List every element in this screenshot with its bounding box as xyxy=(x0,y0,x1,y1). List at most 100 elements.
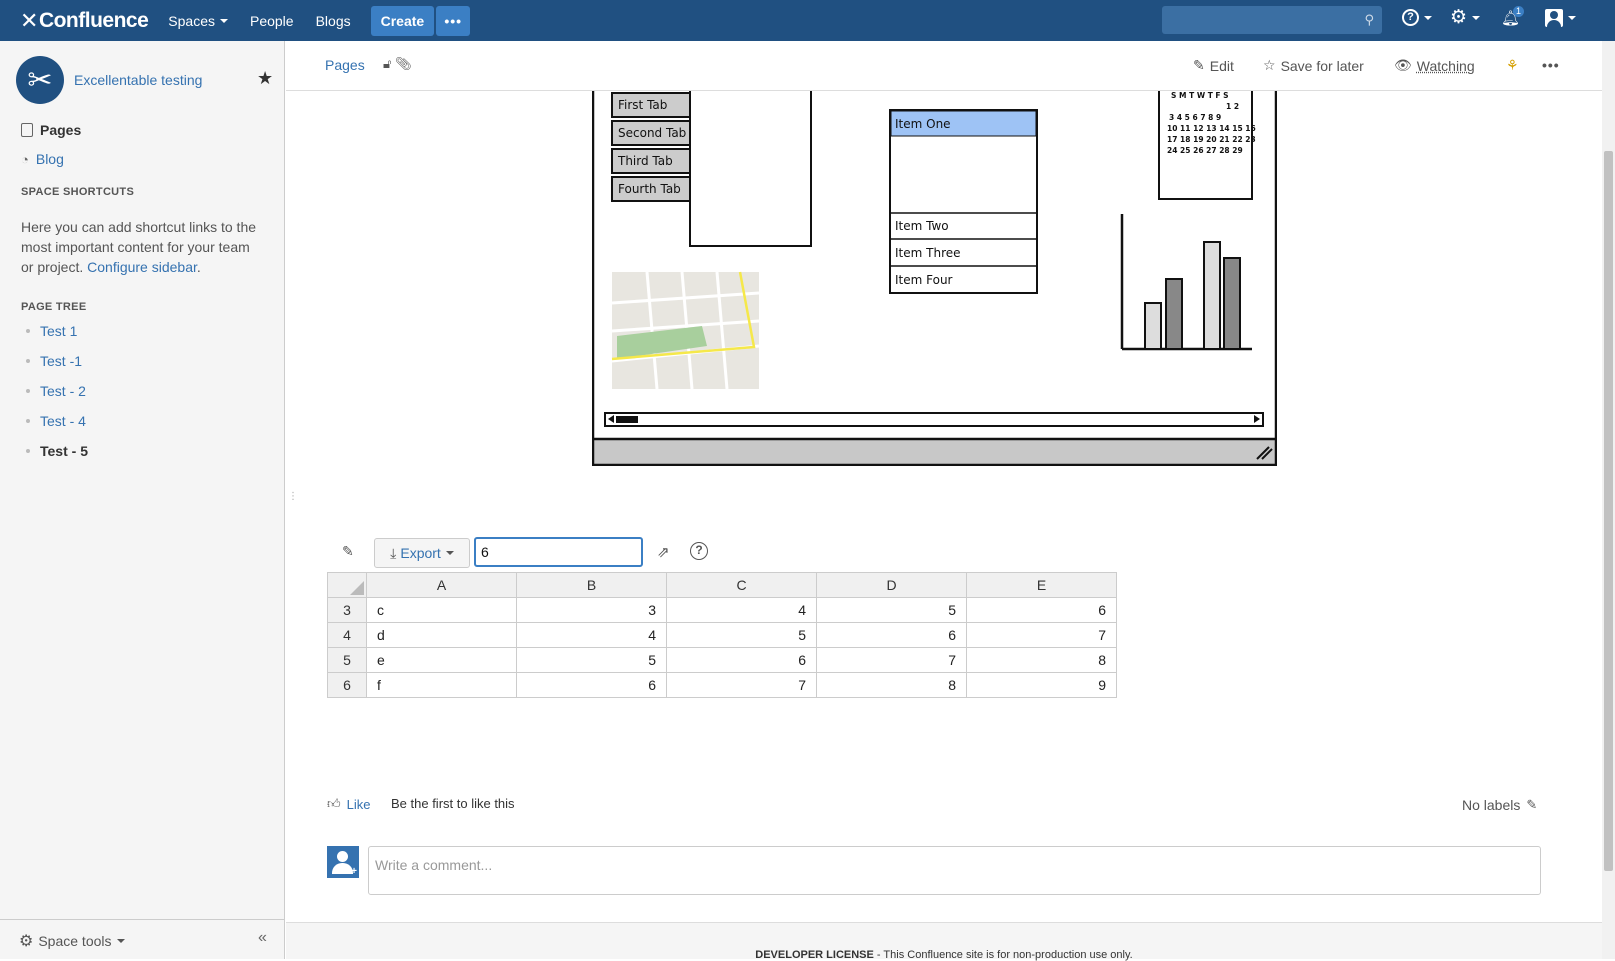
table-cell[interactable]: e xyxy=(367,648,517,673)
ellipsis-icon: ••• xyxy=(1542,57,1560,73)
table-cell[interactable]: 7 xyxy=(967,623,1117,648)
help-icon[interactable]: ? xyxy=(690,542,708,560)
breadcrumb-pages[interactable]: Pages xyxy=(325,57,365,73)
unlock-icon[interactable]: 🔓︎ xyxy=(383,56,391,71)
page-scrollbar[interactable] xyxy=(1602,41,1615,959)
sidebar-item-pages[interactable]: Pages xyxy=(21,122,81,138)
license-notice: DEVELOPER LICENSE - This Confluence site… xyxy=(286,949,1602,961)
mockup-list-label: Item One xyxy=(895,117,951,131)
scrollbar-thumb[interactable] xyxy=(1604,151,1613,871)
pencil-icon[interactable]: ✎ xyxy=(342,543,354,560)
collapse-sidebar-icon[interactable]: « xyxy=(258,929,267,947)
table-cell[interactable]: 9 xyxy=(967,673,1117,698)
column-header[interactable]: E xyxy=(967,573,1117,598)
select-all-corner[interactable] xyxy=(328,573,367,598)
sidebar-resize-handle[interactable]: ⋮ xyxy=(288,491,298,502)
restrictions-icons: 🔓︎ 📎︎ xyxy=(383,56,412,72)
table-cell[interactable]: 4 xyxy=(517,623,667,648)
table-cell[interactable]: f xyxy=(367,673,517,698)
avatar: + xyxy=(327,846,359,878)
export-button[interactable]: ⤓ Export xyxy=(374,538,470,568)
mockup-tab-label: First Tab xyxy=(618,98,667,112)
row-header[interactable]: 3 xyxy=(328,598,367,623)
blogs-link[interactable]: Blogs xyxy=(316,13,351,29)
thumbs-up-icon: 👍︎ xyxy=(327,796,341,812)
table-cell[interactable]: 6 xyxy=(517,673,667,698)
create-button[interactable]: Create xyxy=(371,6,435,36)
save-for-later-label: Save for later xyxy=(1281,58,1364,74)
row-header[interactable]: 6 xyxy=(328,673,367,698)
sidebar-item-blog[interactable]: ◔ Blog xyxy=(21,151,64,167)
shortcuts-description: Here you can add shortcut links to the m… xyxy=(21,217,261,277)
share-button[interactable]: ⚘ xyxy=(1506,57,1519,74)
table-cell[interactable]: d xyxy=(367,623,517,648)
table-cell[interactable]: 5 xyxy=(667,623,817,648)
column-header[interactable]: B xyxy=(517,573,667,598)
more-create-button[interactable]: ••• xyxy=(436,6,470,36)
table-cell[interactable]: c xyxy=(367,598,517,623)
table-cell[interactable]: 6 xyxy=(967,598,1117,623)
watching-button[interactable]: 👁︎ Watching xyxy=(1394,57,1475,74)
spreadsheet-grid[interactable]: A B C D E 3 c 3 4 5 6 4 d 4 5 6 7 5 e 5 … xyxy=(327,572,1117,698)
save-for-later-button[interactable]: ☆ Save for later xyxy=(1263,57,1364,74)
tree-item-test-2[interactable]: Test - 2 xyxy=(26,383,86,399)
row-header[interactable]: 5 xyxy=(328,648,367,673)
bullet-icon xyxy=(26,419,30,423)
column-header[interactable]: D xyxy=(817,573,967,598)
help-menu[interactable]: ? xyxy=(1402,9,1432,26)
people-link[interactable]: People xyxy=(250,13,294,29)
like-label: Like xyxy=(347,797,371,812)
space-logo[interactable]: ✂ xyxy=(16,56,64,104)
user-menu[interactable] xyxy=(1545,9,1576,27)
table-cell[interactable]: 5 xyxy=(817,598,967,623)
tree-item-test-4[interactable]: Test - 4 xyxy=(26,413,86,429)
table-cell[interactable]: 7 xyxy=(817,648,967,673)
table-cell[interactable]: 8 xyxy=(967,648,1117,673)
spaces-menu[interactable]: Spaces xyxy=(168,13,228,29)
settings-menu[interactable]: ⚙ xyxy=(1450,9,1480,27)
star-icon[interactable]: ★ xyxy=(257,68,273,89)
space-tools-menu[interactable]: ⚙ Space tools xyxy=(19,931,125,951)
column-header[interactable]: C xyxy=(667,573,817,598)
attachment-icon[interactable]: 📎︎ xyxy=(395,56,412,71)
table-cell[interactable]: 7 xyxy=(667,673,817,698)
tree-item-label: Test 1 xyxy=(40,323,77,339)
confluence-logo[interactable]: ✕ Confluence xyxy=(20,8,148,34)
calendar-row: 17 18 19 20 21 22 23 xyxy=(1167,135,1256,144)
row-header[interactable]: 4 xyxy=(328,623,367,648)
search-input[interactable]: ⚲ xyxy=(1162,6,1382,34)
space-name-link[interactable]: Excellentable testing xyxy=(74,72,202,88)
edit-button[interactable]: ✎ Edit xyxy=(1193,57,1234,74)
help-icon: ? xyxy=(1402,9,1419,26)
mockup-list-label: Item Two xyxy=(895,219,949,233)
comment-input[interactable]: Write a comment... xyxy=(368,846,1541,895)
table-cell[interactable]: 8 xyxy=(817,673,967,698)
pencil-icon[interactable]: ✎ xyxy=(1526,797,1537,813)
rss-icon: ◔ xyxy=(21,152,29,167)
tree-item-test-5[interactable]: Test - 5 xyxy=(26,443,88,459)
tree-item-test-minus-1[interactable]: Test -1 xyxy=(26,353,82,369)
table-row: 4 d 4 5 6 7 xyxy=(328,623,1117,648)
like-button[interactable]: 👍︎ Like xyxy=(327,796,370,812)
table-cell[interactable]: 4 xyxy=(667,598,817,623)
table-cell[interactable]: 5 xyxy=(517,648,667,673)
configure-sidebar-link[interactable]: Configure sidebar xyxy=(87,259,197,275)
table-cell[interactable]: 6 xyxy=(667,648,817,673)
chevron-down-icon xyxy=(1568,16,1576,20)
share-sheet-icon[interactable]: ⇗ xyxy=(657,543,670,561)
tree-item-label: Test - 2 xyxy=(40,383,86,399)
table-cell[interactable]: 3 xyxy=(517,598,667,623)
tree-item-test-1[interactable]: Test 1 xyxy=(26,323,77,339)
sidebar-item-label: Pages xyxy=(40,122,81,138)
notification-count: 1 xyxy=(1513,6,1524,17)
table-cell[interactable]: 6 xyxy=(817,623,967,648)
table-row: 6 f 6 7 8 9 xyxy=(328,673,1117,698)
chevron-down-icon xyxy=(1472,16,1480,20)
notifications-button[interactable]: 🔔︎ 1 xyxy=(1501,9,1520,27)
labels-section[interactable]: No labels ✎ xyxy=(1462,797,1537,813)
column-header[interactable]: A xyxy=(367,573,517,598)
tree-item-label: Test - 5 xyxy=(40,443,88,459)
more-actions-button[interactable]: ••• xyxy=(1542,57,1560,73)
formula-bar-input[interactable] xyxy=(474,537,643,567)
bullet-icon xyxy=(26,389,30,393)
